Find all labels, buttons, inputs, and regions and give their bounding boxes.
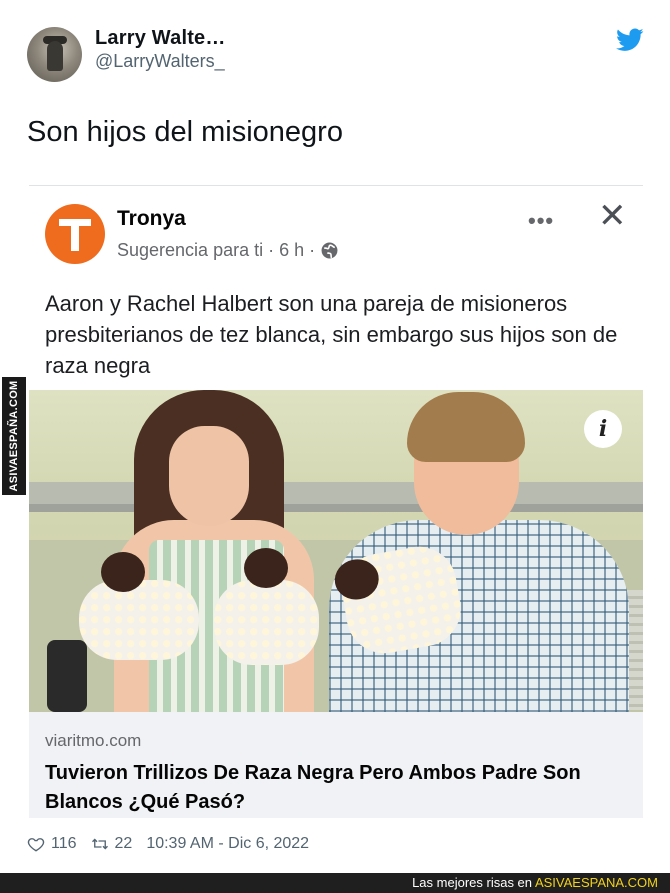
baby-head	[244, 548, 288, 588]
banner-prefix: Las mejores risas en	[412, 875, 533, 890]
suggestion-text: Sugerencia para ti · 6 h ·	[117, 240, 316, 260]
tweet-stats: 116 22 10:39 AM - Dic 6, 2022	[27, 835, 323, 853]
user-handle[interactable]: @LarryWalters_	[95, 51, 225, 72]
side-watermark: ASIVAESPAÑA.COM	[2, 377, 26, 495]
man-hair	[407, 392, 525, 462]
twitter-bird-icon[interactable]	[616, 28, 644, 52]
link-title[interactable]: Tuvieron Trillizos De Raza Negra Pero Am…	[45, 759, 625, 817]
retweet-action[interactable]: 22	[91, 835, 133, 853]
banner-text[interactable]: Las mejores risas en ASIVAESPANA.COM	[412, 875, 658, 890]
more-options-icon[interactable]: •••	[528, 208, 554, 234]
baby-head	[101, 552, 145, 592]
page-logo[interactable]	[45, 204, 105, 264]
chair	[47, 640, 87, 712]
post-photo[interactable]	[29, 390, 643, 712]
wall-rail	[29, 482, 643, 504]
post-meta: Sugerencia para ti · 6 h ·	[117, 240, 338, 261]
banner-brand: ASIVAESPANA.COM	[534, 875, 658, 890]
tweet-timestamp[interactable]: 10:39 AM - Dic 6, 2022	[146, 835, 309, 853]
globe-icon	[321, 242, 338, 259]
post-text: Aaron y Rachel Halbert son una pareja de…	[45, 291, 618, 378]
heart-icon	[27, 838, 45, 852]
avatar-figure	[47, 41, 63, 71]
timestamp-text: 10:39 AM - Dic 6, 2022	[146, 835, 310, 852]
woman-face	[169, 426, 249, 526]
side-watermark-text: ASIVAESPAÑA.COM	[8, 380, 20, 492]
baby-1	[79, 552, 199, 660]
tweet-text: Son hijos del misionegro	[27, 116, 343, 148]
info-icon[interactable]: i	[584, 410, 622, 448]
logo-bar-vertical	[71, 219, 79, 251]
like-action[interactable]: 116	[27, 835, 77, 853]
retweet-icon	[91, 838, 108, 850]
user-avatar[interactable]	[27, 27, 82, 82]
display-name[interactable]: Larry Walte…	[95, 27, 226, 50]
close-icon[interactable]: ✕	[598, 199, 627, 233]
wall-rail-shadow	[29, 504, 643, 512]
like-count: 116	[51, 835, 77, 852]
page-name[interactable]: Tronya	[117, 207, 186, 231]
retweet-count: 22	[114, 835, 133, 852]
link-domain: viaritmo.com	[45, 731, 142, 750]
baby-2	[214, 548, 319, 665]
